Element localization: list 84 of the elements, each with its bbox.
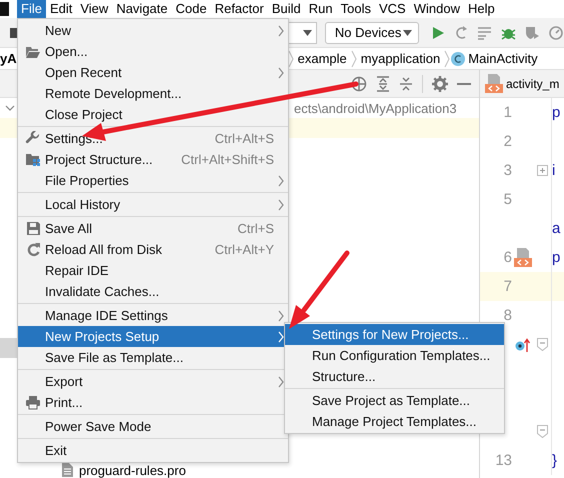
folder-grid-icon: [25, 152, 41, 167]
editor-tab[interactable]: activity_m: [480, 70, 564, 98]
line-number: 8: [502, 307, 512, 324]
menu-title[interactable]: File: [17, 0, 46, 18]
menu-item[interactable]: Manage Project Templates...: [285, 411, 504, 432]
code-text: }: [552, 452, 558, 469]
project-path: ects\android\MyApplication3: [294, 100, 457, 116]
tree-item[interactable]: proguard-rules.pro: [0, 460, 479, 478]
line-number: 3: [502, 162, 512, 179]
line-number: 5: [502, 191, 512, 208]
menu-title[interactable]: Navigate: [112, 0, 172, 18]
chevron-down-icon: [5, 105, 15, 111]
menu-title[interactable]: Edit: [46, 0, 76, 18]
menu-title[interactable]: Code: [172, 0, 211, 18]
fold-expand-icon: [537, 165, 548, 176]
menu-title[interactable]: Run: [304, 0, 337, 18]
caret-down-icon: [302, 30, 312, 36]
code-text: a: [552, 220, 562, 237]
project-name: yA: [0, 51, 17, 66]
caret-down-icon: [403, 30, 412, 36]
folder-icon: [25, 44, 41, 58]
minimize-icon[interactable]: [457, 82, 471, 86]
device-dropdown[interactable]: No Devices: [324, 22, 419, 44]
menu-item[interactable]: Save Project as Template...: [285, 390, 504, 411]
run-icon[interactable]: [431, 26, 445, 40]
menu-item[interactable]: Save File as Template...: [18, 347, 288, 368]
menu-item[interactable]: Settings... Ctrl+Alt+S: [18, 128, 288, 149]
code-text: p: [552, 249, 562, 266]
expand-all-icon[interactable]: [376, 76, 390, 92]
menu-item[interactable]: New: [18, 20, 288, 41]
chevron-right-icon: [350, 50, 358, 68]
list-icon[interactable]: [477, 26, 493, 40]
line-number: 13: [494, 452, 512, 469]
menu-item[interactable]: Remote Development...: [18, 83, 288, 104]
menu-item[interactable]: Repair IDE: [18, 260, 288, 281]
menu-item[interactable]: Structure...: [285, 366, 504, 387]
menu-item[interactable]: Close Project: [18, 104, 288, 125]
menu-item[interactable]: Open Recent: [18, 62, 288, 83]
menu-item[interactable]: Export: [18, 371, 288, 392]
menu-title[interactable]: Build: [268, 0, 305, 18]
class-icon: [451, 52, 466, 66]
code-text: i: [552, 162, 556, 179]
menu-item[interactable]: Exit: [18, 440, 288, 461]
locate-icon[interactable]: [351, 76, 367, 92]
menu-item[interactable]: Invalidate Caches...: [18, 281, 288, 302]
fold-collapse-icon: [537, 425, 548, 438]
chevron-right-icon: [443, 50, 452, 68]
shield-icon[interactable]: [524, 24, 540, 40]
menu-item[interactable]: Settings for New Projects...: [285, 324, 504, 345]
refresh-icon: [26, 242, 40, 257]
menu-item[interactable]: Reload All from Disk Ctrl+Alt+Y: [18, 239, 288, 260]
menu-title[interactable]: Tools: [336, 0, 375, 18]
menu-item[interactable]: Manage IDE Settings: [18, 305, 288, 326]
printer-icon: [25, 395, 41, 410]
line-number: 1: [502, 104, 512, 121]
menu-item[interactable]: Run Configuration Templates...: [285, 345, 504, 366]
fold-collapse-icon: [537, 338, 548, 351]
override-marker-icon: [515, 336, 531, 352]
menu-item[interactable]: Open...: [18, 41, 288, 62]
menu-title[interactable]: Help: [464, 0, 499, 18]
line-number: 2: [502, 133, 512, 150]
menu-title[interactable]: View: [76, 0, 112, 18]
breadcrumb-item[interactable]: MainActivity: [468, 51, 538, 66]
menu-item[interactable]: Project Structure... Ctrl+Alt+Shift+S: [18, 149, 288, 170]
breadcrumb-item[interactable]: example: [298, 51, 347, 66]
code-text: p: [552, 104, 562, 121]
menu-item[interactable]: Save All Ctrl+S: [18, 218, 288, 239]
xml-file-icon: [484, 74, 504, 94]
menu-item[interactable]: Power Save Mode: [18, 416, 288, 437]
gauge-icon[interactable]: [548, 24, 564, 40]
line-number: 7: [502, 278, 512, 295]
breadcrumb-item[interactable]: myapplication: [360, 51, 440, 66]
menu-title[interactable]: VCS: [374, 0, 410, 18]
collapse-all-icon[interactable]: [399, 76, 413, 92]
layout-file-icon: [513, 248, 533, 268]
menu-item[interactable]: File Properties: [18, 170, 288, 191]
line-number: 6: [502, 249, 512, 266]
settings-icon[interactable]: [432, 76, 448, 92]
rerun-icon[interactable]: [453, 24, 469, 40]
square-icon[interactable]: [10, 28, 18, 38]
menu-title[interactable]: Window: [410, 0, 464, 18]
app-logo: [0, 2, 9, 16]
menu-title[interactable]: Refactor: [210, 0, 268, 18]
menu-item[interactable]: Local History: [18, 194, 288, 215]
